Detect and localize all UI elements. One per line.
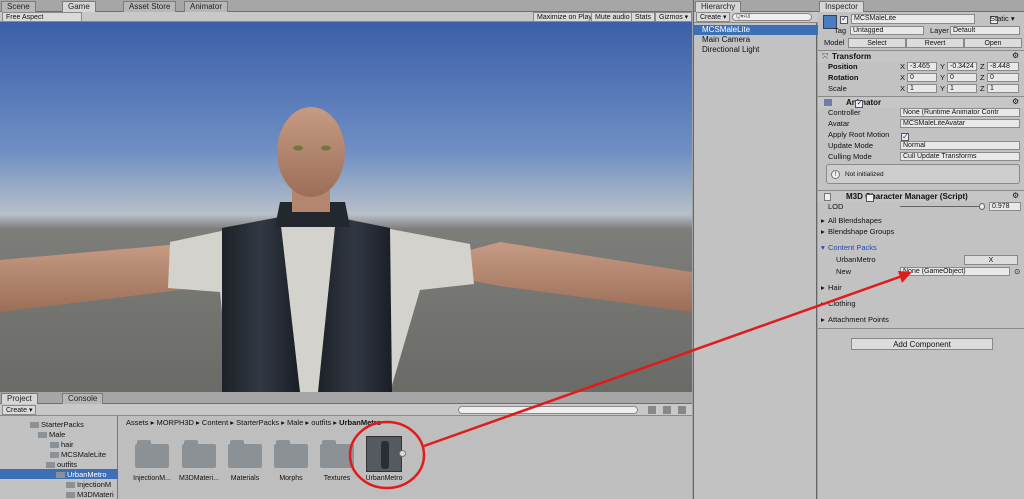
annotation-circle — [348, 420, 426, 490]
annotation-arrow-line — [423, 273, 906, 448]
annotation-arrowhead — [898, 271, 912, 283]
annotation-overlay — [348, 271, 912, 490]
